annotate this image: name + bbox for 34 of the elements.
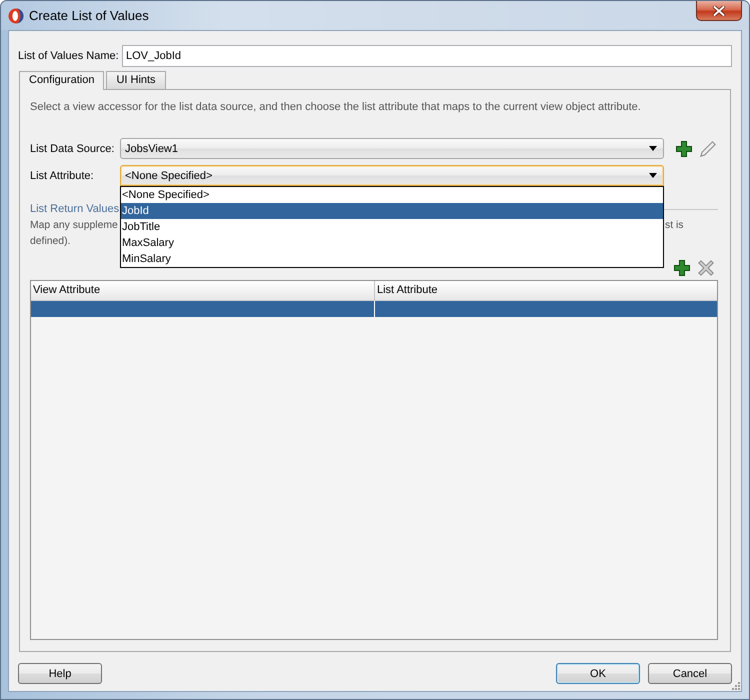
field-label: List Attribute: bbox=[30, 170, 95, 182]
instructions-text: Select a view accessor for the list data source, and then choose the list attribute that maps to the current view object attribute. bbox=[30, 100, 642, 114]
dropdown-option[interactable]: <None Specified> bbox=[121, 187, 663, 203]
plus-icon[interactable] bbox=[674, 260, 690, 276]
dropdown[interactable]: <None Specified> bbox=[120, 165, 664, 186]
section-heading: List Return Values bbox=[30, 202, 120, 216]
dropdown-option[interactable]: MaxSalary bbox=[121, 235, 663, 251]
cross-icon[interactable] bbox=[698, 260, 714, 276]
field-label: List Data Source: bbox=[30, 142, 116, 154]
note-text: st is bbox=[664, 219, 684, 233]
dropdown-option[interactable]: JobId bbox=[121, 203, 663, 219]
note-text: Map any suppleme bbox=[30, 219, 118, 233]
field-label: List of Values Name: bbox=[18, 50, 120, 62]
dropdown-option[interactable]: MinSalary bbox=[121, 251, 663, 267]
dropdown[interactable]: JobsView1 bbox=[120, 138, 664, 159]
app-icon bbox=[8, 8, 24, 24]
tab[interactable]: UI Hints bbox=[106, 71, 166, 89]
column-header[interactable]: View Attribute bbox=[31, 281, 374, 300]
note-text: defined). bbox=[30, 235, 70, 249]
ok-button[interactable]: OK bbox=[556, 663, 640, 684]
plus-icon[interactable] bbox=[676, 140, 692, 156]
help-button[interactable]: Help bbox=[18, 663, 102, 684]
window-title: Create List of Values bbox=[29, 8, 149, 23]
cancel-button[interactable]: Cancel bbox=[648, 663, 732, 684]
resize-grip-icon[interactable] bbox=[731, 681, 740, 690]
name-input[interactable]: LOV_JobId bbox=[122, 45, 732, 67]
pencil-icon[interactable] bbox=[700, 140, 716, 156]
caret-icon[interactable] bbox=[649, 173, 657, 178]
column-header[interactable]: List Attribute bbox=[374, 281, 717, 300]
caret-icon[interactable] bbox=[649, 146, 657, 151]
dropdown-option[interactable]: JobTitle bbox=[121, 219, 663, 235]
tab[interactable]: Configuration bbox=[19, 71, 104, 90]
close-icon[interactable] bbox=[713, 6, 725, 16]
close-button[interactable] bbox=[696, 1, 742, 21]
